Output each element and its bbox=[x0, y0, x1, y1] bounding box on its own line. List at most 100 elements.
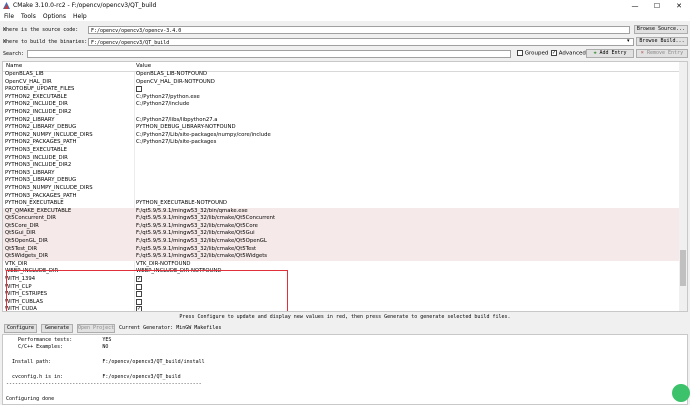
table-row[interactable]: PYTHON2_LIBRARY C:/Python27/libs/libpytho… bbox=[3, 117, 681, 125]
table-row[interactable]: Qt5Concurrent_DIR F:/qt5.9/5.9.1/mingw53_… bbox=[3, 215, 681, 223]
row-name: PYTHON2_LIBRARY bbox=[5, 116, 55, 123]
output-line: Install path: F:/opencv/opencv3/QT_build… bbox=[6, 359, 205, 366]
window-controls: — ☐ ✕ bbox=[624, 0, 690, 11]
browse-build-button[interactable]: Browse Build... bbox=[636, 37, 688, 46]
menu-file[interactable]: File bbox=[4, 13, 14, 20]
row-value[interactable]: C:/Python27/python.exe bbox=[136, 94, 200, 102]
browse-source-button[interactable]: Browse Source... bbox=[634, 25, 688, 34]
search-input[interactable] bbox=[27, 50, 511, 58]
row-name: OpenCV_HAL_DIR bbox=[5, 78, 52, 85]
table-row[interactable]: QT_QMAKE_EXECUTABLE F:/qt5.9/5.9.1/mingw5… bbox=[3, 207, 681, 216]
row-value[interactable]: F:/qt5.9/5.9.1/mingw53_32/lib/cmake/Qt5O… bbox=[136, 238, 267, 246]
highlight-box bbox=[6, 270, 288, 311]
table-row[interactable]: PYTHON3_LIBRARY bbox=[3, 170, 681, 178]
table-row[interactable]: PYTHON2_EXECUTABLE C:/Python27/python.exe bbox=[3, 94, 681, 102]
row-value[interactable]: C:/Python27/libs/libpython27.a bbox=[136, 117, 218, 125]
vertical-scrollbar[interactable] bbox=[679, 62, 687, 311]
source-path-input[interactable]: F:/opencv/opencv3/opencv-3.4.0 bbox=[88, 26, 630, 34]
output-log: Performance tests: YES C/C++ Examples: N… bbox=[2, 334, 688, 405]
table-row[interactable]: PYTHON2_PACKAGES_PATH C:/Python27/Lib/sit… bbox=[3, 139, 681, 147]
table-row[interactable]: PYTHON_EXECUTABLE PYTHON_EXECUTABLE-NOTFO… bbox=[3, 200, 681, 208]
table-row[interactable]: Qt5OpenGL_DIR F:/qt5.9/5.9.1/mingw53_32/l… bbox=[3, 238, 681, 246]
row-name: PYTHON3_LIBRARY bbox=[5, 169, 55, 176]
table-row[interactable]: PYTHON3_PACKAGES_PATH bbox=[3, 193, 681, 201]
table-row[interactable]: PYTHON2_LIBRARY_DEBUG PYTHON_DEBUG_LIBRAR… bbox=[3, 124, 681, 132]
advanced-checkbox[interactable]: ✓ bbox=[551, 50, 557, 56]
row-name: PYTHON2_EXECUTABLE bbox=[5, 93, 67, 100]
menu-help[interactable]: Help bbox=[73, 13, 87, 20]
cmake-logo-icon bbox=[3, 2, 10, 9]
row-checkbox[interactable] bbox=[136, 86, 142, 93]
close-icon[interactable]: ✕ bbox=[668, 0, 690, 11]
minimize-icon[interactable]: — bbox=[624, 0, 646, 11]
table-row[interactable]: PYTHON3_LIBRARY_DEBUG bbox=[3, 177, 681, 185]
source-label: Where is the source code: bbox=[3, 27, 79, 33]
table-row[interactable]: VTK_DIR VTK_DIR-NOTFOUND bbox=[3, 261, 681, 269]
row-value[interactable]: PYTHON_DEBUG_LIBRARY-NOTFOUND bbox=[136, 124, 236, 132]
row-name: PYTHON2_NUMPY_INCLUDE_DIRS bbox=[5, 131, 93, 138]
row-name: OpenBLAS_LIB bbox=[5, 71, 44, 77]
scrollbar-thumb[interactable] bbox=[680, 250, 686, 286]
row-value[interactable]: C:/Python27/include bbox=[136, 101, 189, 109]
table-row[interactable]: Qt5Gui_DIR F:/qt5.9/5.9.1/mingw53_32/lib/… bbox=[3, 230, 681, 239]
menu-tools[interactable]: Tools bbox=[21, 13, 36, 20]
table-row[interactable]: PROTOBUF_UPDATE_FILES bbox=[3, 86, 681, 94]
row-value[interactable]: C:/Python27/Lib/site-packages bbox=[136, 139, 216, 147]
window-title: CMake 3.10.0-rc2 - F:/opencv/opencv3/QT_… bbox=[13, 2, 157, 9]
row-value[interactable]: F:/qt5.9/5.9.1/mingw53_32/lib/cmake/Qt5T… bbox=[136, 246, 256, 254]
output-line: ----------------------------------------… bbox=[6, 381, 202, 388]
green-floating-button[interactable] bbox=[672, 384, 690, 402]
binaries-path-combo[interactable]: F:/opencv/opencv3/QT_build bbox=[88, 38, 634, 46]
table-row[interactable]: PYTHON3_INCLUDE_DIR bbox=[3, 155, 681, 163]
search-label: Search: bbox=[3, 51, 25, 57]
chevron-down-icon[interactable]: ▾ bbox=[627, 38, 630, 44]
row-value[interactable]: OpenBLAS_LIB-NOTFOUND bbox=[136, 71, 207, 79]
advanced-label: Advanced bbox=[558, 50, 586, 57]
table-row[interactable]: Qt5Widgets_DIR F:/qt5.9/5.9.1/mingw53_32/… bbox=[3, 253, 681, 261]
header-value[interactable]: Value bbox=[136, 63, 151, 69]
table-row[interactable]: PYTHON2_INCLUDE_DIR2 bbox=[3, 109, 681, 117]
advanced-option[interactable]: ✓ Advanced bbox=[551, 50, 586, 57]
row-name: PYTHON2_INCLUDE_DIR2 bbox=[5, 108, 72, 115]
table-row[interactable]: PYTHON3_INCLUDE_DIR2 bbox=[3, 162, 681, 170]
row-value[interactable]: F:/qt5.9/5.9.1/mingw53_32/lib/cmake/Qt5G… bbox=[136, 230, 255, 238]
table-row[interactable]: Qt5Core_DIR F:/qt5.9/5.9.1/mingw53_32/lib… bbox=[3, 222, 681, 231]
output-line: Performance tests: YES bbox=[6, 337, 112, 343]
remove-entry-icon: ✖ bbox=[640, 50, 644, 56]
row-name: PYTHON2_LIBRARY_DEBUG bbox=[5, 124, 77, 131]
row-value[interactable]: F:/qt5.9/5.9.1/mingw53_32/bin/qmake.exe bbox=[136, 208, 248, 216]
grouped-option[interactable]: Grouped bbox=[517, 50, 548, 57]
maximize-icon[interactable]: ☐ bbox=[646, 0, 668, 11]
row-value[interactable]: C:/Python27/Lib/site-packages/numpy/core… bbox=[136, 132, 271, 140]
table-row[interactable]: Qt5Test_DIR F:/qt5.9/5.9.1/mingw53_32/lib… bbox=[3, 245, 681, 254]
binaries-label: Where to build the binaries: bbox=[3, 39, 88, 45]
header-name[interactable]: Name bbox=[6, 63, 22, 69]
row-name: VTK_DIR bbox=[5, 260, 28, 267]
status-text: Press Configure to update and display ne… bbox=[179, 314, 511, 320]
row-name: Qt5Widgets_DIR bbox=[5, 253, 48, 260]
row-value[interactable]: PYTHON_EXECUTABLE-NOTFOUND bbox=[136, 200, 227, 208]
generate-button[interactable]: Generate bbox=[41, 324, 73, 333]
table-row[interactable]: OpenBLAS_LIB OpenBLAS_LIB-NOTFOUND bbox=[3, 71, 681, 79]
remove-entry-button[interactable]: ✖ Remove Entry bbox=[636, 49, 688, 58]
configure-button[interactable]: Configure bbox=[4, 324, 37, 333]
row-name: PYTHON3_PACKAGES_PATH bbox=[5, 192, 77, 199]
table-row[interactable]: PYTHON2_INCLUDE_DIR C:/Python27/include bbox=[3, 101, 681, 109]
grouped-checkbox[interactable] bbox=[517, 50, 523, 56]
table-row[interactable]: PYTHON3_NUMPY_INCLUDE_DIRS bbox=[3, 185, 681, 193]
menu-options[interactable]: Options bbox=[43, 13, 66, 20]
row-value[interactable]: OpenCV_HAL_DIR-NOTFOUND bbox=[136, 79, 215, 87]
row-value[interactable]: F:/qt5.9/5.9.1/mingw53_32/lib/cmake/Qt5W… bbox=[136, 253, 267, 261]
row-value[interactable]: VTK_DIR-NOTFOUND bbox=[136, 261, 191, 269]
row-value[interactable]: F:/qt5.9/5.9.1/mingw53_32/lib/cmake/Qt5C… bbox=[136, 223, 258, 231]
table-row[interactable]: PYTHON3_EXECUTABLE bbox=[3, 147, 681, 155]
table-row[interactable]: OpenCV_HAL_DIR OpenCV_HAL_DIR-NOTFOUND bbox=[3, 79, 681, 87]
add-entry-button[interactable]: ✚ Add Entry bbox=[586, 49, 634, 58]
grouped-label: Grouped bbox=[524, 50, 549, 57]
open-project-button[interactable]: Open Project bbox=[77, 324, 115, 333]
row-name: PYTHON_EXECUTABLE bbox=[5, 200, 64, 207]
row-name: Qt5Gui_DIR bbox=[5, 230, 36, 237]
row-name: QT_QMAKE_EXECUTABLE bbox=[5, 207, 72, 214]
table-row[interactable]: PYTHON2_NUMPY_INCLUDE_DIRS C:/Python27/Li… bbox=[3, 132, 681, 140]
row-value[interactable]: F:/qt5.9/5.9.1/mingw53_32/lib/cmake/Qt5C… bbox=[136, 215, 275, 223]
